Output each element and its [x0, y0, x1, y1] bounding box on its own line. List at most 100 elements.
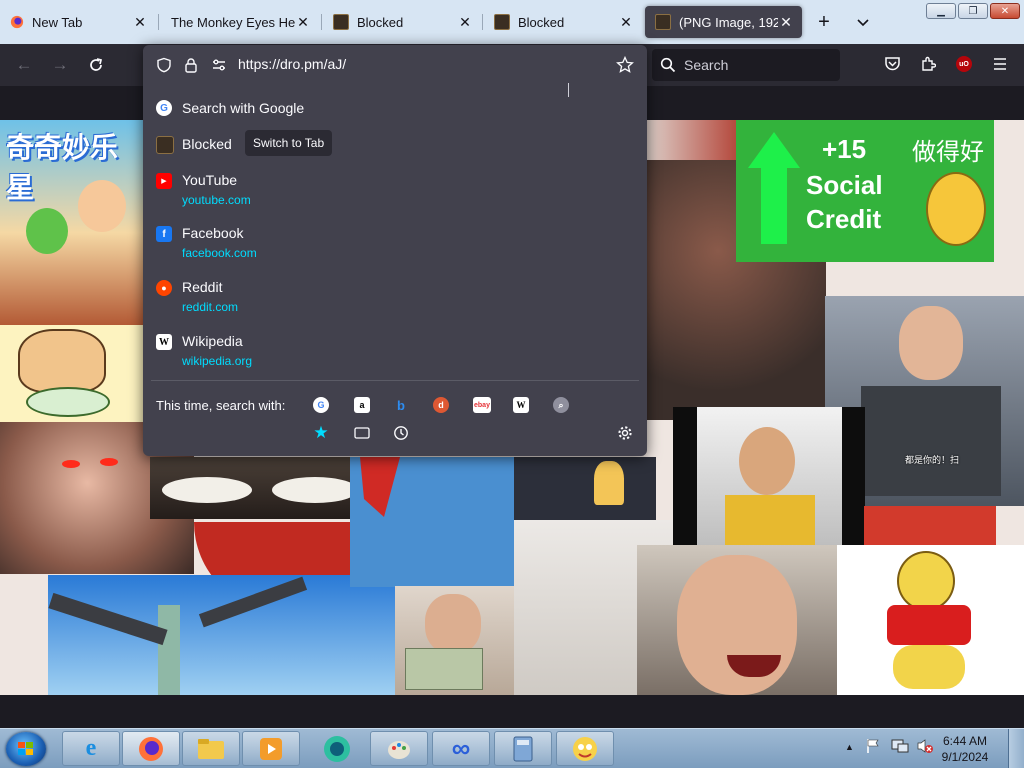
start-button[interactable] — [6, 732, 46, 766]
suggestion-search-google[interactable]: G Search with Google — [151, 100, 641, 124]
gear-icon[interactable] — [617, 425, 633, 441]
hamster-image — [0, 325, 143, 422]
suggestion-title: Wikipedia — [182, 333, 243, 349]
map-region — [360, 457, 400, 517]
reload-button[interactable] — [84, 53, 108, 77]
facebook-icon: f — [156, 226, 172, 242]
taskbar-scrooge-app[interactable] — [556, 731, 614, 766]
history-icon[interactable] — [393, 425, 409, 441]
ebay-icon[interactable]: ebay — [473, 397, 491, 413]
tab-separator — [321, 14, 322, 30]
ublock-origin-icon[interactable]: uO — [956, 56, 972, 72]
bookmarks-icon[interactable]: ★ — [313, 423, 329, 442]
show-desktop-button[interactable] — [1008, 729, 1024, 768]
youtube-icon: ▶ — [156, 173, 172, 189]
taskbar-infinity-app[interactable]: ∞ — [432, 731, 490, 766]
bear-body — [893, 645, 965, 689]
taskbar-calculator[interactable] — [494, 731, 552, 766]
suggestion-facebook[interactable]: f Facebook facebook.com — [151, 225, 641, 265]
tab-png-image[interactable]: (PNG Image, 1920 ✕ — [645, 6, 802, 38]
restore-button[interactable]: ❐ — [958, 3, 988, 19]
urlbar[interactable]: https://dro.pm/aJ/ — [143, 45, 647, 85]
firefox-icon — [139, 736, 163, 761]
page-thumbnail-icon — [156, 136, 174, 154]
suggestion-reddit[interactable]: ● Reddit reddit.com — [151, 279, 641, 319]
tabs-icon[interactable] — [354, 425, 370, 441]
tab-blocked-1[interactable]: Blocked ✕ — [323, 6, 481, 38]
show-hidden-icons-icon[interactable]: ▲ — [845, 742, 854, 752]
suggestion-blocked-tab[interactable]: Blocked Switch to Tab — [151, 130, 641, 160]
suggestion-wikipedia[interactable]: W Wikipedia wikipedia.org — [151, 333, 641, 373]
search-bar[interactable]: Search — [652, 49, 840, 81]
tab-blocked-2[interactable]: Blocked ✕ — [484, 6, 642, 38]
app-menu-button[interactable] — [988, 52, 1012, 76]
network-icon[interactable] — [891, 738, 909, 757]
meme-line-1: +15 — [822, 134, 867, 164]
glowing-eye — [62, 460, 80, 468]
suggestion-title: Search with Google — [182, 100, 305, 116]
minimize-icon: ▁ — [937, 5, 945, 17]
close-tab-icon[interactable]: ✕ — [132, 14, 148, 30]
google-icon[interactable]: G — [313, 397, 329, 413]
tab-title: (PNG Image, 1920 — [679, 14, 778, 30]
wikipedia-icon: W — [156, 334, 172, 350]
back-button[interactable]: ← — [12, 53, 36, 77]
switch-to-tab-label[interactable]: Switch to Tab — [245, 130, 333, 156]
url-input[interactable]: https://dro.pm/aJ/ — [238, 56, 346, 72]
action-center-flag-icon[interactable] — [866, 738, 880, 757]
taskbar-internet-explorer[interactable]: e — [62, 731, 120, 766]
taskbar-media-player[interactable] — [242, 731, 300, 766]
extensions-button[interactable] — [916, 52, 940, 76]
close-tab-icon[interactable]: ✕ — [618, 14, 634, 30]
system-clock[interactable]: 6:44 AM 9/1/2024 — [938, 733, 992, 765]
shield-icon — [157, 57, 171, 73]
close-tab-icon[interactable]: ✕ — [295, 14, 311, 30]
chevron-down-icon — [857, 19, 869, 27]
tab-monkey-eyes[interactable]: The Monkey Eyes Help ✕ — [161, 6, 319, 38]
close-tab-icon[interactable]: ✕ — [457, 14, 473, 30]
pocket-button[interactable] — [880, 52, 904, 76]
suggestion-youtube[interactable]: ▶ YouTube youtube.com — [151, 172, 641, 212]
up-arrow-shaft — [761, 168, 787, 244]
reddit-icon: ● — [156, 280, 172, 296]
close-window-button[interactable]: ✕ — [990, 3, 1020, 19]
other-search-icon[interactable]: ⌕ — [553, 397, 569, 413]
lock-icon — [185, 58, 197, 73]
meme-line-2: Social — [806, 170, 883, 200]
new-tab-button[interactable]: + — [812, 10, 836, 34]
wikipedia-icon[interactable]: W — [513, 397, 529, 413]
suggestion-url: facebook.com — [182, 246, 257, 260]
puzzle-icon — [922, 56, 936, 71]
suggestion-title: Reddit — [182, 279, 223, 295]
internet-explorer-icon: e — [85, 735, 97, 761]
urlbar-dropdown: https://dro.pm/aJ/ G Search with Google … — [143, 45, 647, 456]
taskbar-firefox[interactable] — [122, 731, 180, 766]
suggestion-url: youtube.com — [182, 193, 251, 207]
smiling-man-photo — [637, 545, 837, 695]
bing-icon[interactable]: b — [393, 397, 409, 413]
tab-new-tab[interactable]: New Tab ✕ — [0, 6, 156, 38]
close-tab-icon[interactable]: ✕ — [778, 14, 794, 30]
list-all-tabs-button[interactable] — [851, 10, 875, 34]
duckduckgo-icon[interactable]: d — [433, 397, 449, 413]
taskbar-aqua-app[interactable] — [308, 731, 366, 766]
icecream-photo — [514, 457, 656, 521]
man-with-cash-photo — [395, 586, 515, 695]
volume-muted-icon[interactable] — [916, 738, 934, 757]
tracking-protection-button[interactable] — [155, 56, 173, 74]
minimize-button[interactable]: ▁ — [926, 3, 956, 19]
hamburger-menu-icon — [994, 58, 1006, 70]
taskbar-paint[interactable] — [370, 731, 428, 766]
forward-button[interactable]: → — [48, 53, 72, 77]
tab-title: Blocked — [357, 14, 404, 30]
taskbar-file-explorer[interactable] — [182, 731, 240, 766]
amazon-icon[interactable]: a — [354, 397, 370, 413]
glowing-eye — [100, 458, 118, 466]
site-security-button[interactable] — [182, 56, 200, 74]
boy-character — [78, 180, 126, 232]
meme-line-3: Credit — [806, 204, 882, 234]
bookmark-page-button[interactable] — [616, 56, 634, 74]
tab-title: The Monkey Eyes Help — [171, 14, 295, 30]
permissions-button[interactable] — [210, 56, 228, 74]
rice-bowl — [162, 477, 252, 503]
